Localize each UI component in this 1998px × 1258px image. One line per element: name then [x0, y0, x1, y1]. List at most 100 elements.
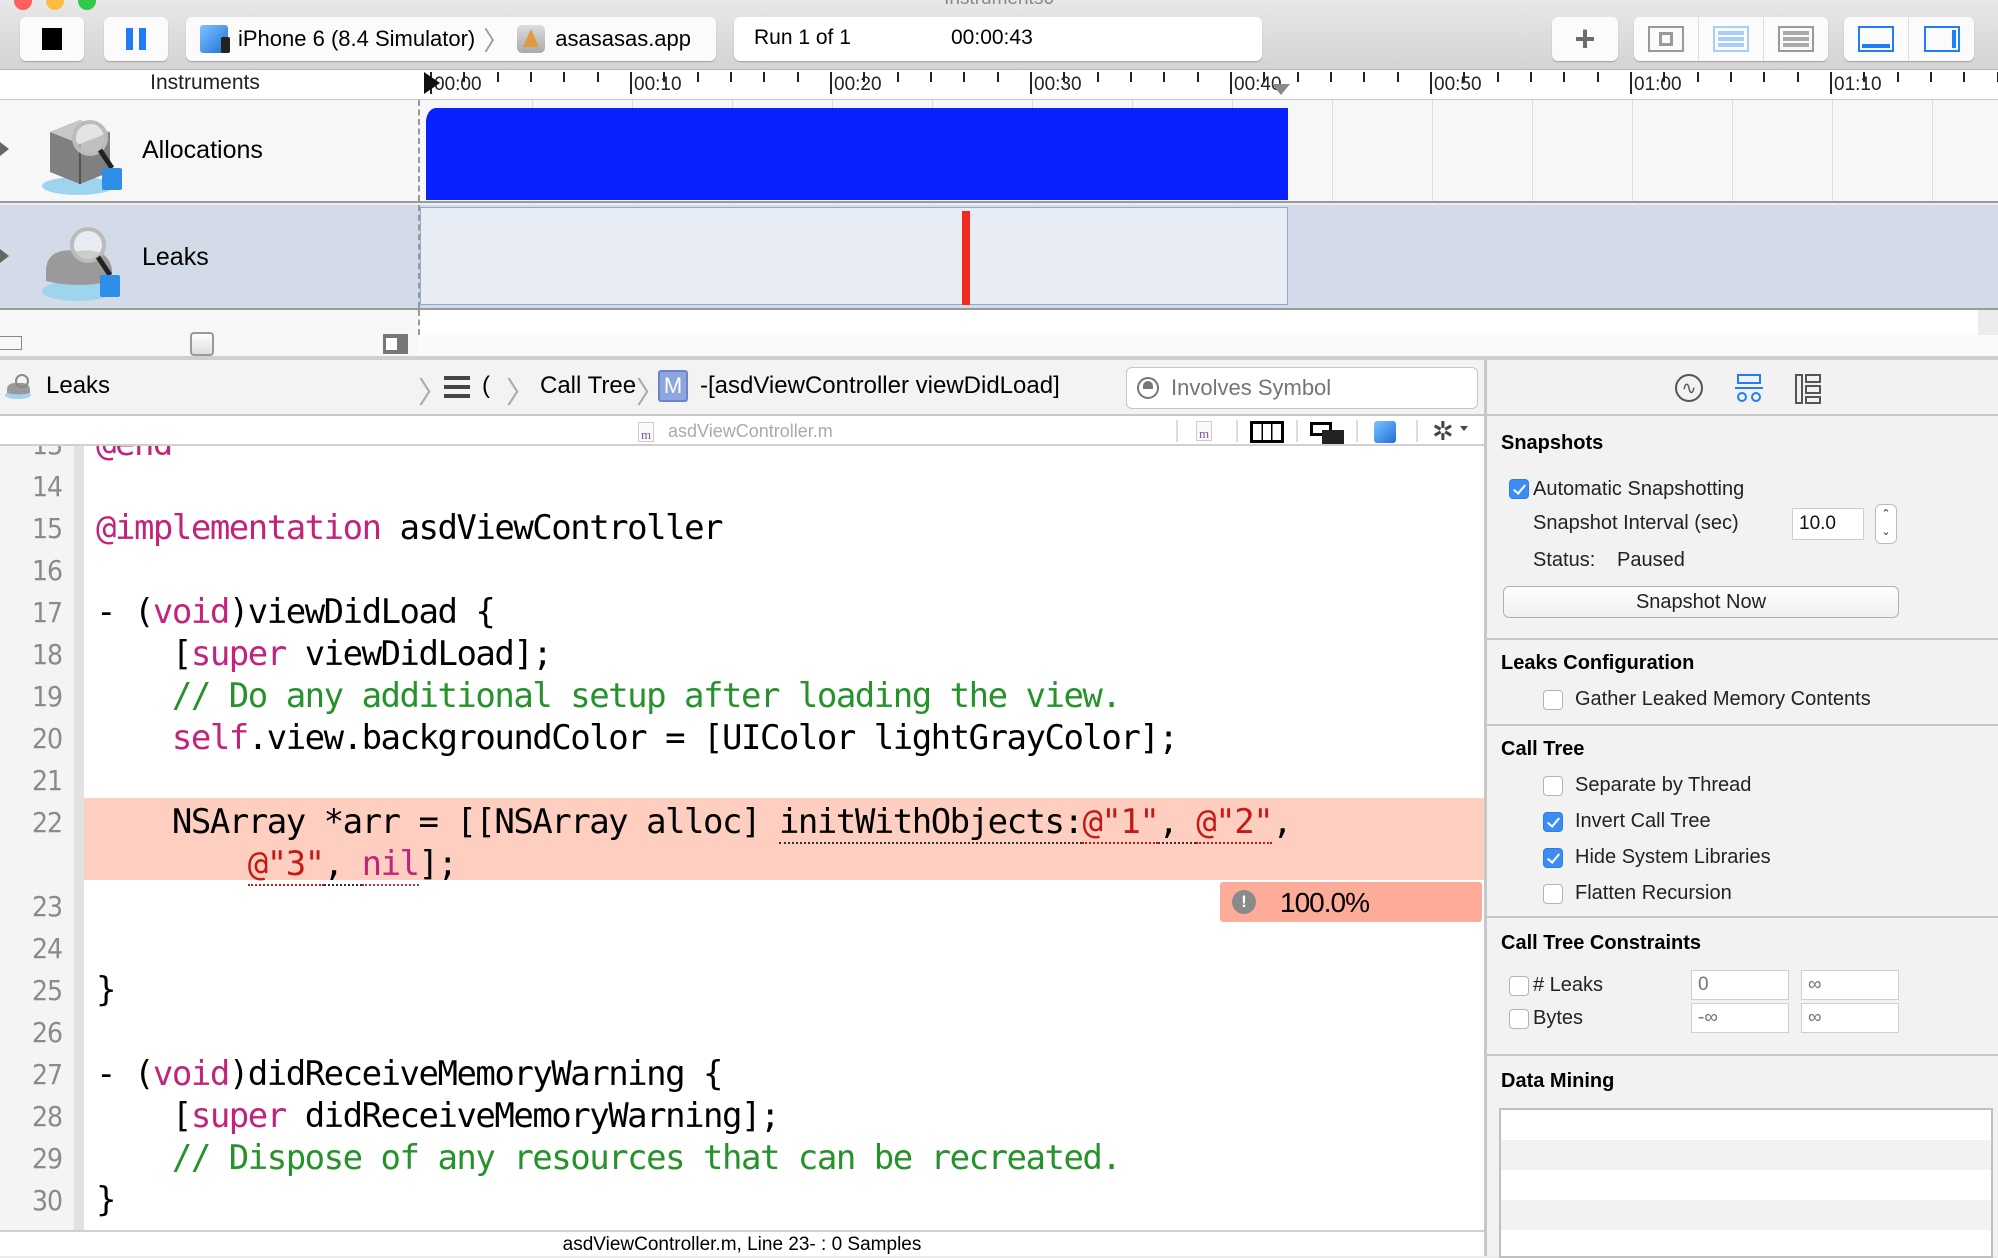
disclosure-triangle-icon[interactable] [0, 249, 9, 263]
gear-icon[interactable]: ✲ [1432, 416, 1454, 447]
leaks-count-max-input[interactable] [1801, 970, 1899, 1000]
code-line[interactable]: 27 - (void)didReceiveMemoryWarning { [0, 1054, 1484, 1096]
flatten-recursion-checkbox[interactable] [1543, 884, 1563, 904]
code-line[interactable]: 29 // Dispose of any resources that can … [0, 1138, 1484, 1180]
warning-icon: ! [1232, 890, 1256, 914]
invert-call-tree-checkbox[interactable] [1543, 812, 1563, 832]
ruler-tick [496, 72, 499, 82]
bytes-min-input[interactable] [1691, 1003, 1789, 1033]
add-instrument-button[interactable]: + [1552, 17, 1618, 61]
code-line[interactable]: 22 NSArray *arr = [[NSArray alloc] initW… [0, 802, 1484, 844]
disclosure-triangle-icon[interactable] [0, 142, 9, 156]
inspector-panel: ∿ Snapshots Automatic Snapshotting Snaps… [1484, 358, 1998, 1258]
breadcrumb-symbol[interactable]: -[asdViewController viewDidLoad] [700, 372, 1060, 400]
breadcrumb-instrument[interactable]: Leaks [46, 372, 110, 400]
target-app-name[interactable]: asasasas.app [555, 26, 691, 52]
code-line[interactable]: 24 [0, 928, 1484, 970]
open-file-button[interactable]: m [1196, 421, 1212, 441]
leaks-count-min-input[interactable] [1691, 970, 1789, 1000]
pause-button[interactable] [104, 17, 168, 61]
code-line[interactable]: 28 [super didReceiveMemoryWarning]; [0, 1096, 1484, 1138]
list-options-icon[interactable] [444, 376, 470, 398]
device-name[interactable]: iPhone 6 (8.4 Simulator) [238, 26, 475, 52]
automatic-snapshotting-checkbox[interactable] [1509, 479, 1529, 499]
truncated-crumb[interactable]: ( [482, 372, 490, 400]
line-number: 26 [31, 1016, 63, 1049]
snapshot-interval-input[interactable] [1792, 508, 1864, 540]
allocations-fill [426, 108, 1288, 200]
code-line[interactable]: 25} [0, 970, 1484, 1012]
code-line[interactable]: 15 @implementation asdViewController [0, 508, 1484, 550]
code-line[interactable]: 13 @end [0, 446, 1484, 466]
code-text: - (void)viewDidLoad { [96, 592, 496, 632]
track-height-slider[interactable] [190, 332, 214, 356]
search-input[interactable] [1171, 372, 1471, 404]
code-line[interactable]: 20 self.view.backgroundColor = [UIColor … [0, 718, 1484, 760]
right-panel-icon [1923, 26, 1960, 52]
columns-view-button[interactable] [1250, 421, 1284, 443]
code-line[interactable]: 21 [0, 760, 1484, 802]
ruler-tick [1930, 72, 1932, 82]
scheme-selector[interactable]: iPhone 6 (8.4 Simulator) 〉 asasasas.app [186, 17, 716, 61]
grid-view-button[interactable] [1764, 17, 1828, 61]
track-allocations[interactable]: Allocations [0, 100, 1998, 203]
bytes-max-input[interactable] [1801, 1003, 1899, 1033]
line-number: 28 [31, 1100, 63, 1133]
gridline [1532, 100, 1533, 201]
status-text: asdViewController.m, Line 23- : 0 Sample… [562, 1234, 922, 1255]
search-filter-icon[interactable] [1137, 377, 1159, 399]
record-settings-icon[interactable]: ∿ [1675, 374, 1703, 402]
separate-by-thread-checkbox[interactable] [1543, 776, 1563, 796]
inspection-range-end-icon[interactable] [1272, 84, 1290, 95]
toggle-bottom-panel-button[interactable] [1844, 17, 1909, 61]
timeline-ruler[interactable]: Instruments 00:00 00:10 00:20 00:30 00:40 00:… [0, 70, 1998, 100]
code-line[interactable]: 31 [0, 1222, 1484, 1230]
data-mining-table[interactable] [1499, 1108, 1993, 1258]
code-line[interactable]: 16 [0, 550, 1484, 592]
pause-icon [126, 28, 146, 50]
list-view-button[interactable] [1699, 17, 1764, 61]
open-in-xcode-icon[interactable] [1374, 421, 1396, 443]
extended-detail-icon[interactable] [1795, 374, 1823, 404]
snapshot-now-button[interactable]: Snapshot Now [1503, 586, 1899, 618]
source-editor[interactable]: 13 @end 14 15 @implementation asdViewControl… [0, 446, 1484, 1230]
allocations-graph[interactable] [418, 100, 1978, 201]
code-line[interactable]: 18 [super viewDidLoad]; [0, 634, 1484, 676]
bytes-constraint-checkbox[interactable] [1509, 1009, 1529, 1029]
hide-system-libraries-checkbox[interactable] [1543, 848, 1563, 868]
track-leaks[interactable]: Leaks [0, 205, 1998, 310]
histogram-icon[interactable] [0, 336, 22, 350]
leaks-graph[interactable] [418, 205, 1978, 308]
status-bar: asdViewController.m, Line 23- : 0 Sample… [0, 1230, 1484, 1256]
overlay-view-button[interactable] [1310, 422, 1344, 444]
ruler-tick [1563, 72, 1566, 82]
app-icon [517, 25, 546, 53]
leak-percentage-badge[interactable]: ! 100.0% [1220, 882, 1482, 922]
display-settings-icon[interactable] [1735, 374, 1763, 404]
breadcrumb-view-mode[interactable]: Call Tree [540, 372, 636, 400]
code-line[interactable]: 26 [0, 1012, 1484, 1054]
leak-marker[interactable] [962, 211, 970, 305]
leaks-count-constraint-checkbox[interactable] [1509, 976, 1529, 996]
code-text: NSArray *arr = [[NSArray alloc] initWith… [96, 802, 1293, 844]
playhead-flag-icon[interactable] [424, 72, 440, 94]
bytes-constraint-label: Bytes [1533, 1007, 1584, 1029]
ruler-tick [1030, 72, 1032, 94]
code-line[interactable]: 14 [0, 466, 1484, 508]
leaks-instrument-icon [38, 217, 128, 305]
ruler-tick-label: 00:50 [1434, 74, 1482, 95]
code-line[interactable]: 19 // Do any additional setup after load… [0, 676, 1484, 718]
toggle-right-panel-button[interactable] [1909, 17, 1974, 61]
leaks-instrument-icon [4, 372, 36, 400]
stop-button[interactable] [20, 17, 84, 61]
code-line[interactable]: @"3", nil]; [0, 844, 1484, 886]
gather-leaked-memory-checkbox[interactable] [1543, 690, 1563, 710]
involves-symbol-search[interactable] [1126, 367, 1478, 409]
code-line[interactable]: 17 - (void)viewDidLoad { [0, 592, 1484, 634]
collapse-tracks-icon[interactable] [383, 334, 408, 354]
cpu-view-button[interactable] [1634, 17, 1699, 61]
code-line[interactable]: 30} [0, 1180, 1484, 1222]
interval-stepper[interactable]: ⌃ ⌄ [1875, 504, 1897, 544]
gridline [1932, 100, 1933, 201]
track-allocations-header: Allocations [0, 100, 418, 201]
